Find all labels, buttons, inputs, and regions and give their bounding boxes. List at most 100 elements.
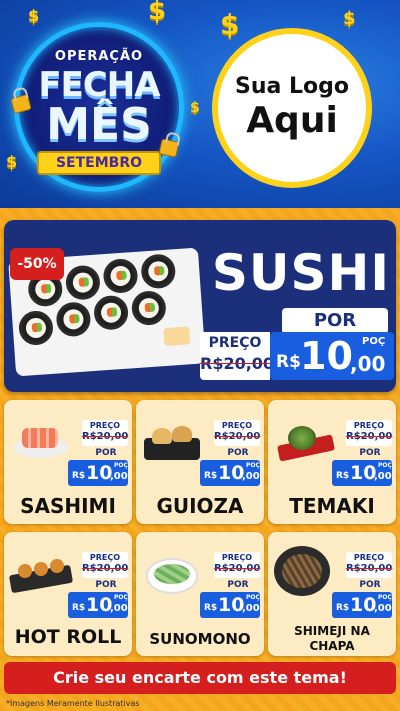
product-card-sunomono: PREÇO R$20,00 POR R$ 10 ,00 POÇ SUNOMONO xyxy=(136,532,264,656)
hero-title: SUSHI xyxy=(211,244,390,302)
dollar-icon: $ xyxy=(28,6,40,25)
price-currency: R$ xyxy=(204,471,218,481)
price-decimal: ,00 xyxy=(374,603,392,614)
hero-preco-label: PREÇO xyxy=(208,335,262,351)
price-integer: 10 xyxy=(218,462,245,484)
price-tag: R$ 10 ,00 POÇ xyxy=(68,592,128,618)
preco-label: PREÇO xyxy=(353,421,385,430)
price-tag: R$ 10 ,00 POÇ xyxy=(332,460,392,486)
badge-title-operacao: OPERAÇÃO xyxy=(54,49,144,64)
ginger-garnish xyxy=(163,326,191,347)
price-tag: R$ 10 ,00 POÇ xyxy=(68,460,128,486)
hero-old-price: R$20,00 xyxy=(200,354,275,373)
product-card-guioza: PREÇO R$20,00 POR R$ 10 ,00 POÇ GUIOZA xyxy=(136,400,264,524)
preco-label: PREÇO xyxy=(353,553,385,562)
price-unit: POÇ xyxy=(114,594,128,601)
hero-price-decimal: ,00 xyxy=(350,352,386,376)
old-price-box: PREÇO R$20,00 xyxy=(214,552,260,578)
discount-badge: -50% xyxy=(10,248,64,280)
operacao-fecha-mes-badge: OPERAÇÃO FECHA MÊS SETEMBRO xyxy=(14,22,184,192)
hero-old-price-box: PREÇO R$20,00 xyxy=(200,332,275,380)
por-label: POR xyxy=(227,448,249,458)
product-name: TEMAKI xyxy=(289,494,375,518)
sushi-roll xyxy=(92,294,130,331)
dollar-icon: $ xyxy=(220,8,240,41)
dollar-icon: $ xyxy=(6,152,18,171)
temaki-image xyxy=(274,422,336,464)
product-name: SASHIMI xyxy=(20,494,116,518)
product-card-shimeji: PREÇO R$20,00 POR R$ 10 ,00 POÇ SHIMEJI … xyxy=(268,532,396,656)
old-price-box: PREÇO R$20,00 xyxy=(82,552,128,578)
price-integer: 10 xyxy=(350,462,377,484)
preco-label: PREÇO xyxy=(221,553,253,562)
preco-label: PREÇO xyxy=(221,421,253,430)
sushi-roll xyxy=(17,309,55,347)
price-currency: R$ xyxy=(72,471,86,481)
product-card-sashimi: PREÇO R$20,00 POR R$ 10 ,00 POÇ SASHIMI xyxy=(4,400,132,524)
sunomono-image xyxy=(142,554,204,596)
price-currency: R$ xyxy=(72,603,86,613)
product-name-line2: CHAPA xyxy=(309,639,355,653)
hero-price-currency: R$ xyxy=(276,352,301,372)
old-price-box: PREÇO R$20,00 xyxy=(214,420,260,446)
sushi-roll xyxy=(64,264,102,301)
price-decimal: ,00 xyxy=(110,603,128,614)
price-integer: 10 xyxy=(218,594,245,616)
dollar-icon: $ xyxy=(190,100,200,116)
top-banner: $ $ $ $ $ $ OPERAÇÃO FECHA MÊS SETEMBRO … xyxy=(0,0,400,208)
price-integer: 10 xyxy=(350,594,377,616)
product-card-hot-roll: PREÇO R$20,00 POR R$ 10 ,00 POÇ HOT ROLL xyxy=(4,532,132,656)
price-tag: R$ 10 ,00 POÇ xyxy=(332,592,392,618)
badge-ribbon-setembro: SETEMBRO xyxy=(37,151,161,175)
product-name: SUNOMONO xyxy=(149,630,251,648)
hero-price-tag: R$ 10 ,00 POÇ xyxy=(270,332,394,380)
logo-text-line2: Aqui xyxy=(246,100,338,141)
old-price: R$20,00 xyxy=(346,431,393,442)
old-price-box: PREÇO R$20,00 xyxy=(346,552,392,578)
old-price: R$20,00 xyxy=(82,431,129,442)
price-unit: POÇ xyxy=(246,462,260,469)
price-decimal: ,00 xyxy=(242,471,260,482)
old-price: R$20,00 xyxy=(82,563,129,574)
sashimi-image xyxy=(10,422,72,464)
price-integer: 10 xyxy=(86,462,113,484)
preco-label: PREÇO xyxy=(89,553,121,562)
por-label: POR xyxy=(359,580,381,590)
price-currency: R$ xyxy=(204,603,218,613)
por-label: POR xyxy=(95,448,117,458)
dollar-icon: $ xyxy=(148,0,167,26)
disclaimer-text: *Imagens Meramente Ilustrativas xyxy=(6,699,140,708)
por-label: POR xyxy=(227,580,249,590)
guioza-image xyxy=(142,422,204,464)
price-integer: 10 xyxy=(86,594,113,616)
shimeji-image xyxy=(272,544,332,600)
old-price-box: PREÇO R$20,00 xyxy=(346,420,392,446)
badge-title-mes: MÊS xyxy=(46,99,152,150)
price-decimal: ,00 xyxy=(374,471,392,482)
sushi-roll xyxy=(140,253,177,290)
logo-placeholder: Sua Logo Aqui xyxy=(212,28,372,188)
sushi-roll xyxy=(130,289,167,327)
price-decimal: ,00 xyxy=(110,471,128,482)
price-unit: POÇ xyxy=(246,594,260,601)
hero-price-unit: POÇ xyxy=(362,336,386,347)
price-tag: R$ 10 ,00 POÇ xyxy=(200,592,260,618)
product-name-line1: SHIMEJI NA xyxy=(294,624,370,638)
product-name: GUIOZA xyxy=(156,494,244,518)
old-price-box: PREÇO R$20,00 xyxy=(82,420,128,446)
old-price: R$20,00 xyxy=(346,563,393,574)
flyer-body: -50% SUSHI POR PREÇO R$20,00 R$ 10 ,00 P… xyxy=(0,208,400,711)
price-unit: POÇ xyxy=(114,462,128,469)
hot-roll-image xyxy=(8,554,74,596)
product-card-temaki: PREÇO R$20,00 POR R$ 10 ,00 POÇ TEMAKI xyxy=(268,400,396,524)
create-flyer-button[interactable]: Crie seu encarte com este tema! xyxy=(4,662,396,694)
old-price: R$20,00 xyxy=(214,563,261,574)
sushi-roll xyxy=(55,301,92,338)
price-currency: R$ xyxy=(336,471,350,481)
padlock-icon xyxy=(158,138,180,158)
por-label: POR xyxy=(359,448,381,458)
logo-text-line1: Sua Logo xyxy=(234,74,349,99)
por-label: POR xyxy=(95,580,117,590)
price-currency: R$ xyxy=(336,603,350,613)
dollar-icon: $ xyxy=(343,8,356,29)
